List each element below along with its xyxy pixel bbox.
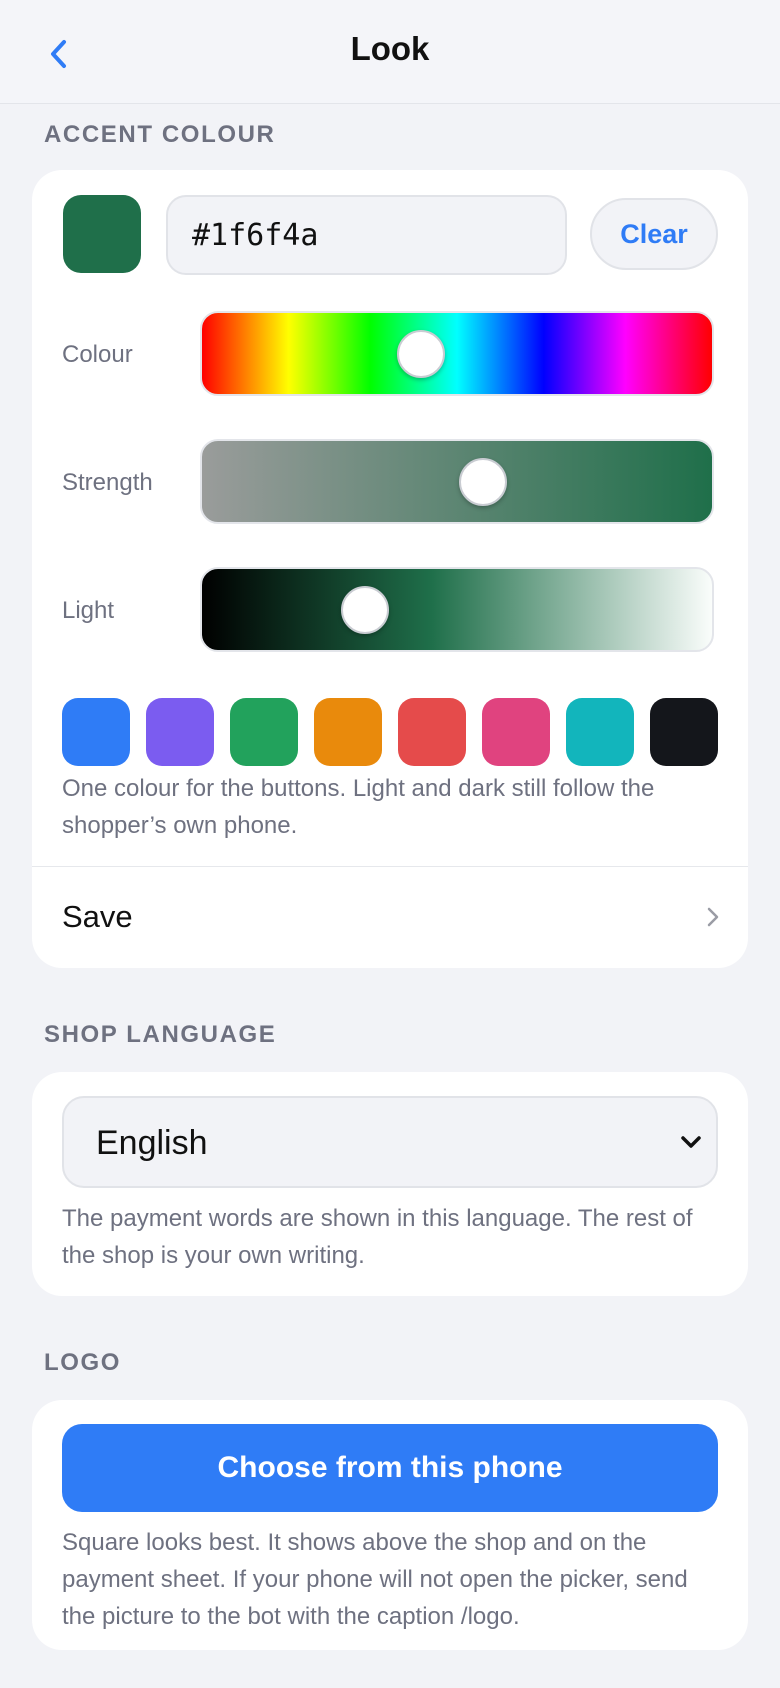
strength-slider[interactable]: [200, 439, 714, 524]
section-label-logo: LOGO: [44, 1349, 122, 1376]
light-slider-label: Light: [62, 597, 115, 624]
preset-swatch-blue[interactable]: [62, 698, 130, 766]
light-slider-thumb[interactable]: [341, 585, 390, 634]
section-label-accent: ACCENT COLOUR: [44, 121, 276, 148]
preset-swatch-teal[interactable]: [566, 698, 634, 766]
colour-slider[interactable]: [200, 311, 714, 396]
language-help-text: The payment words are shown in this lang…: [62, 1205, 693, 1269]
choose-logo-button[interactable]: Choose from this phone: [62, 1424, 718, 1512]
preset-swatch-purple[interactable]: [146, 698, 214, 766]
colour-preview-swatch: [63, 195, 141, 273]
preset-swatch-pink[interactable]: [482, 698, 550, 766]
page-title: Look: [350, 30, 430, 67]
accent-help-text: One colour for the buttons. Light and da…: [62, 775, 655, 839]
strength-slider-thumb[interactable]: [458, 457, 507, 506]
save-label: Save: [62, 899, 133, 934]
language-card: English The payment words are shown in t…: [32, 1072, 748, 1296]
colour-slider-label: Colour: [62, 341, 133, 368]
preset-swatches: [62, 698, 718, 768]
section-label-language: SHOP LANGUAGE: [44, 1021, 277, 1048]
chevron-down-icon: [681, 1136, 701, 1148]
strength-slider-label: Strength: [62, 469, 153, 496]
colour-slider-thumb[interactable]: [397, 329, 446, 378]
logo-card: Choose from this phone Square looks best…: [32, 1400, 748, 1650]
chevron-right-icon: [707, 907, 719, 927]
preset-swatch-black[interactable]: [650, 698, 718, 766]
nav-bar: Look: [0, 0, 780, 104]
preset-swatch-red[interactable]: [398, 698, 466, 766]
accent-card: Clear Colour Strength Light One colour f…: [32, 170, 748, 968]
save-button[interactable]: Save: [32, 867, 748, 967]
clear-button[interactable]: Clear: [590, 198, 718, 270]
language-select[interactable]: English: [62, 1096, 718, 1188]
preset-swatch-green[interactable]: [230, 698, 298, 766]
language-select-value: English: [96, 1124, 208, 1162]
preset-swatch-orange[interactable]: [314, 698, 382, 766]
logo-help-text: Square looks best. It shows above the sh…: [62, 1529, 688, 1630]
light-slider[interactable]: [200, 567, 714, 652]
hex-input[interactable]: [166, 195, 567, 275]
